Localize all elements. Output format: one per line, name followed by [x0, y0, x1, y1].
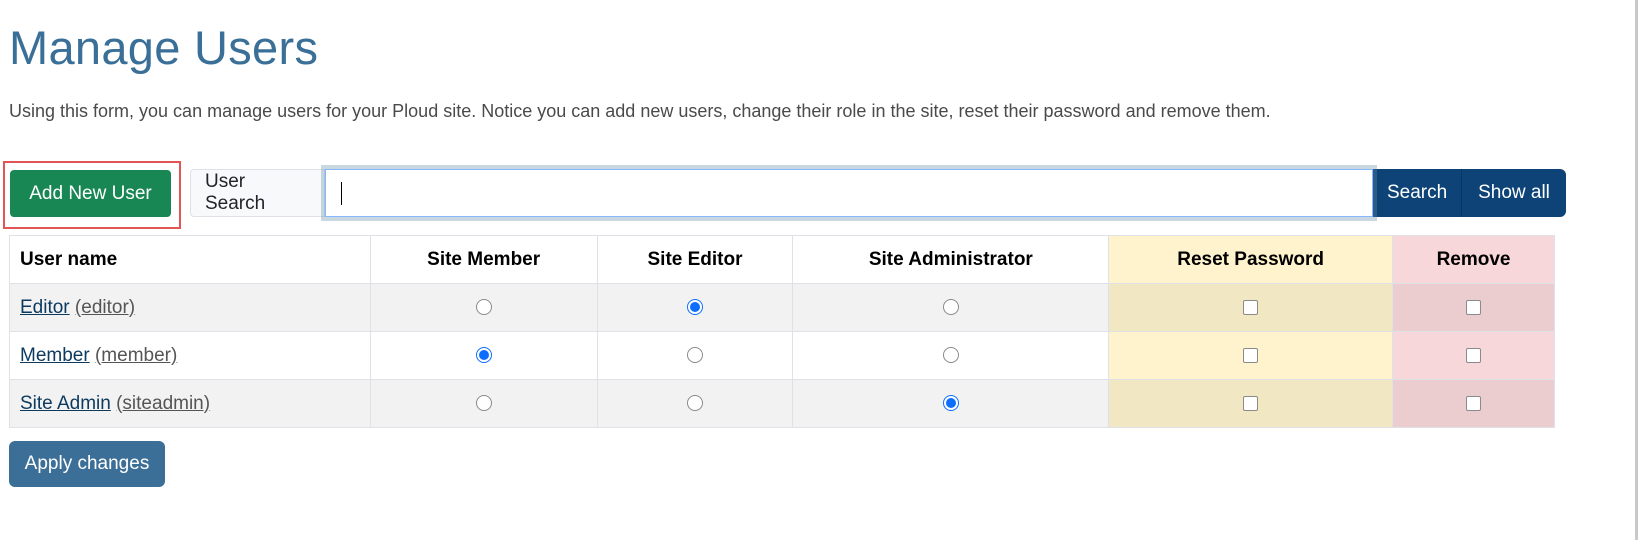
reset-password-checkbox[interactable] — [1243, 395, 1259, 411]
table-row: Site Admin (siteadmin) — [9, 379, 1555, 428]
site-member-radio[interactable] — [475, 395, 492, 412]
site-editor-radio[interactable] — [687, 347, 703, 364]
add-new-user-button[interactable]: Add New User — [10, 170, 171, 217]
reset-password-cell — [1108, 379, 1394, 428]
header-site-administrator: Site Administrator — [792, 235, 1110, 284]
header-user-name: User name — [9, 235, 371, 284]
user-name-link[interactable]: Editor — [20, 297, 70, 318]
site-member-radio[interactable] — [475, 299, 492, 316]
site-editor-radio[interactable] — [687, 299, 703, 316]
table-row: Editor (editor) — [9, 283, 1555, 332]
site-editor-cell — [596, 379, 794, 428]
table-header-row: User name Site Member Site Editor Site A… — [9, 235, 1555, 284]
site-administrator-radio[interactable] — [942, 299, 959, 316]
reset-password-checkbox[interactable] — [1243, 347, 1259, 363]
site-editor-cell — [596, 283, 794, 332]
site-admin-cell — [792, 283, 1110, 332]
reset-password-cell — [1108, 283, 1394, 332]
user-search-input[interactable] — [326, 170, 1372, 216]
reset-password-checkbox[interactable] — [1243, 299, 1259, 315]
user-cell: Site Admin (siteadmin) — [9, 379, 371, 428]
header-reset-password: Reset Password — [1108, 235, 1394, 284]
user-search-group: User Search Search Show all — [190, 169, 1566, 217]
user-id-link[interactable]: (siteadmin) — [116, 393, 210, 414]
site-administrator-radio[interactable] — [942, 395, 959, 412]
user-name-link[interactable]: Member — [20, 345, 90, 366]
site-editor-radio[interactable] — [687, 395, 703, 412]
remove-checkbox[interactable] — [1466, 395, 1482, 411]
site-member-cell — [369, 331, 598, 380]
site-editor-cell — [596, 331, 794, 380]
remove-cell — [1392, 331, 1555, 380]
remove-cell — [1392, 283, 1555, 332]
table-row: Member (member) — [9, 331, 1555, 380]
site-administrator-radio[interactable] — [942, 347, 959, 364]
site-member-cell — [369, 379, 598, 428]
site-admin-cell — [792, 331, 1110, 380]
user-id-link[interactable]: (member) — [95, 345, 177, 366]
user-cell: Editor (editor) — [9, 283, 371, 332]
remove-checkbox[interactable] — [1466, 347, 1482, 363]
remove-checkbox[interactable] — [1466, 299, 1482, 315]
page-title: Manage Users — [9, 21, 319, 74]
remove-cell — [1392, 379, 1555, 428]
search-input-wrapper — [325, 169, 1373, 217]
header-remove: Remove — [1392, 235, 1555, 284]
header-site-member: Site Member — [369, 235, 598, 284]
site-member-radio[interactable] — [475, 347, 492, 364]
user-cell: Member (member) — [9, 331, 371, 380]
site-member-cell — [369, 283, 598, 332]
user-search-label: User Search — [190, 169, 325, 217]
intro-text: Using this form, you can manage users fo… — [9, 101, 1271, 121]
show-all-button[interactable]: Show all — [1462, 169, 1566, 217]
apply-changes-button[interactable]: Apply changes — [9, 441, 165, 487]
text-caret — [341, 182, 342, 205]
user-name-link[interactable]: Site Admin — [20, 393, 111, 414]
user-id-link[interactable]: (editor) — [75, 297, 135, 318]
users-table: User name Site Member Site Editor Site A… — [9, 235, 1555, 428]
header-site-editor: Site Editor — [596, 235, 794, 284]
search-button[interactable]: Search — [1373, 169, 1462, 217]
site-admin-cell — [792, 379, 1110, 428]
reset-password-cell — [1108, 331, 1394, 380]
